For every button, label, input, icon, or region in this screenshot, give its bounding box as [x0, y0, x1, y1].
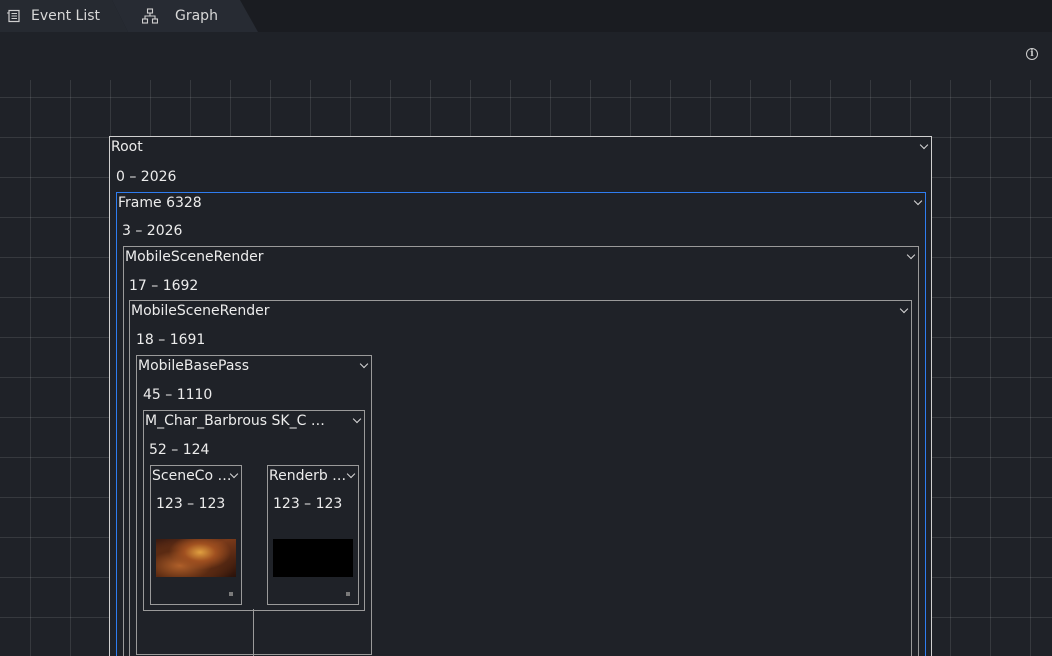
node-m-char-barbrous[interactable]: M_Char_Barbrous SK_C … 52 – 124 SceneCo … [143, 410, 365, 611]
info-icon[interactable]: i [1026, 48, 1038, 60]
node-mobile-base-pass[interactable]: MobileBasePass 45 – 1110 M_Char_Barbrous… [136, 355, 372, 655]
graph-icon [141, 8, 159, 24]
tab-event-list-label: Event List [31, 8, 101, 24]
render-thumbnail[interactable] [273, 539, 353, 577]
node-title: MobileSceneRender [125, 249, 264, 265]
connector-line [253, 609, 254, 656]
node-title: MobileBasePass [138, 358, 249, 374]
node-title: SceneCo … [152, 468, 232, 484]
tab-bar: Event List Graph [0, 0, 1052, 32]
node-range: 52 – 124 [149, 442, 210, 458]
node-title: Frame 6328 [118, 195, 202, 211]
chevron-down-icon[interactable] [352, 414, 362, 424]
tab-event-list[interactable]: Event List [0, 0, 128, 32]
node-range: 17 – 1692 [129, 278, 199, 294]
scene-thumbnail[interactable] [156, 539, 236, 577]
chevron-down-icon[interactable] [899, 304, 909, 314]
chevron-down-icon[interactable] [346, 469, 356, 479]
node-scene-color[interactable]: SceneCo … 123 – 123 [150, 465, 242, 605]
chevron-down-icon[interactable] [913, 196, 923, 206]
node-range: 123 – 123 [156, 496, 226, 512]
node-range: 0 – 2026 [116, 169, 177, 185]
event-list-icon [6, 8, 22, 24]
tab-graph[interactable]: Graph [112, 0, 258, 32]
node-mobile-scene-render[interactable]: MobileSceneRender 17 – 1692 MobileSceneR… [123, 246, 919, 656]
node-range: 123 – 123 [273, 496, 343, 512]
node-title: Root [111, 139, 143, 155]
chevron-down-icon[interactable] [906, 250, 916, 260]
node-range: 45 – 1110 [143, 387, 213, 403]
node-mobile-scene-render-inner[interactable]: MobileSceneRender 18 – 1691 MobileBasePa… [129, 300, 912, 656]
graph-canvas[interactable]: Root 0 – 2026 Frame 6328 3 – 2026 Mobile… [0, 80, 1052, 656]
node-title: M_Char_Barbrous SK_C … [145, 413, 325, 429]
node-root[interactable]: Root 0 – 2026 Frame 6328 3 – 2026 Mobile… [109, 136, 932, 656]
node-title: MobileSceneRender [131, 303, 270, 319]
tab-graph-label: Graph [175, 8, 218, 24]
node-range: 3 – 2026 [122, 223, 183, 239]
chevron-down-icon[interactable] [919, 140, 929, 150]
node-render-target[interactable]: Renderb … 123 – 123 [267, 465, 359, 605]
node-title: Renderb … [269, 468, 347, 484]
resize-handle[interactable] [229, 592, 233, 596]
resize-handle[interactable] [346, 592, 350, 596]
node-frame[interactable]: Frame 6328 3 – 2026 MobileSceneRender 17… [116, 192, 926, 656]
chevron-down-icon[interactable] [359, 359, 369, 369]
node-range: 18 – 1691 [136, 332, 206, 348]
